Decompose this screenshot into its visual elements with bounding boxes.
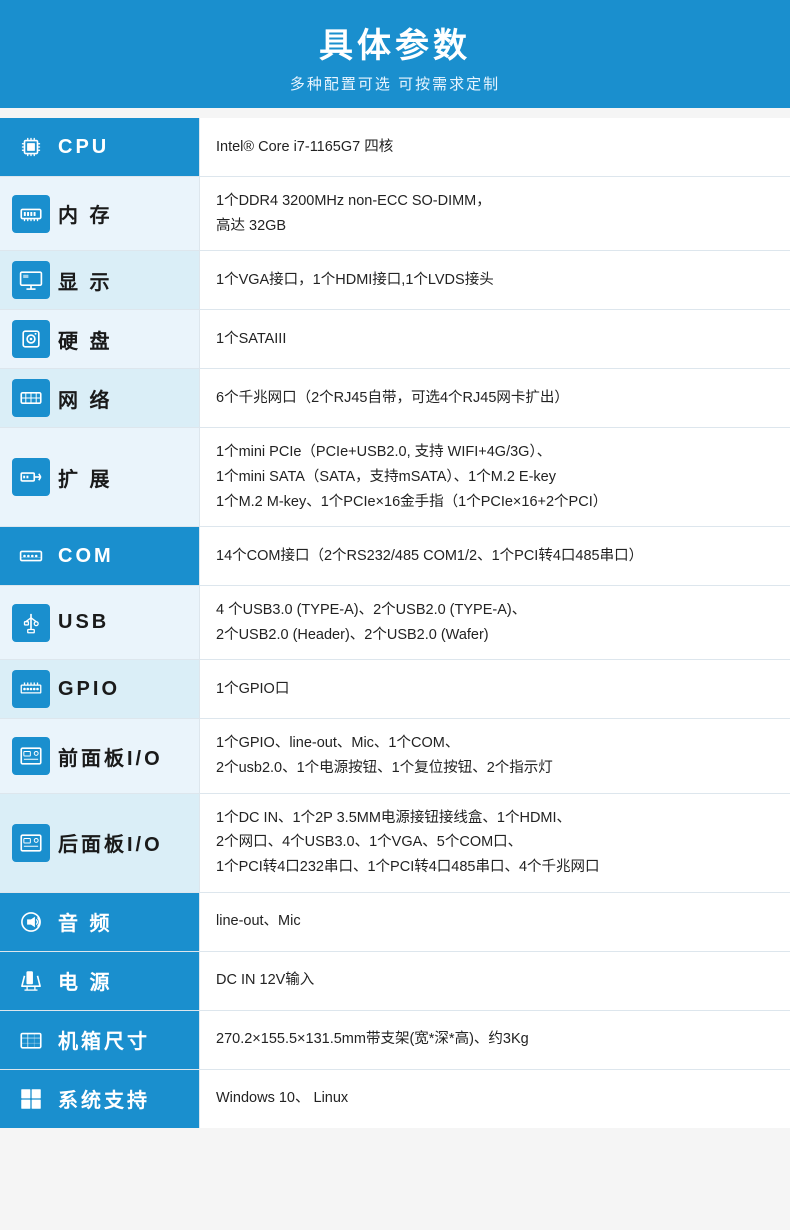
spec-value-expansion: 1个mini PCIe（PCIe+USB2.0, 支持 WIFI+4G/3G）、… [200,428,790,526]
spec-label-os: 系统支持 [0,1070,200,1128]
spec-value-rear-panel: 1个DC IN、1个2P 3.5MM电源接钮接线盒、1个HDMI、 2个网口、4… [200,794,790,892]
expansion-icon [12,458,50,496]
spec-label-audio: 音 频 [0,893,200,951]
spec-row-os: 系统支持 Windows 10、 Linux [0,1070,790,1128]
spec-value-chassis: 270.2×155.5×131.5mm带支架(宽*深*高)、约3Kg [200,1011,790,1069]
usb-icon [12,604,50,642]
spec-value-cpu: Intel® Core i7-1165G7 四核 [200,118,790,176]
spec-value-display: 1个VGA接口，1个HDMI接口,1个LVDS接头 [200,251,790,309]
audio-icon [12,903,50,941]
spec-value-usb: 4 个USB3.0 (TYPE-A)、2个USB2.0 (TYPE-A)、 2个… [200,586,790,659]
spec-value-com: 14个COM接口（2个RS232/485 COM1/2、1个PCI转4口485串… [200,527,790,585]
memory-icon [12,195,50,233]
spec-name-memory: 内 存 [58,199,113,228]
com-icon [12,537,50,575]
chassis-icon [12,1021,50,1059]
spec-name-rear-panel: 后面板I/O [58,828,163,857]
gpio-icon [12,670,50,708]
spec-value-audio: line-out、Mic [200,893,790,951]
spec-row-chassis: 机箱尺寸 270.2×155.5×131.5mm带支架(宽*深*高)、约3Kg [0,1011,790,1070]
spec-label-power: 电 源 [0,952,200,1010]
spec-label-display: 显 示 [0,251,200,309]
power-icon [12,962,50,1000]
spec-label-com: COM [0,527,200,585]
spec-row-com: COM 14个COM接口（2个RS232/485 COM1/2、1个PCI转4口… [0,527,790,586]
spec-name-audio: 音 频 [58,907,113,936]
spec-row-storage: 硬 盘 1个SATAIII [0,310,790,369]
spec-row-display: 显 示 1个VGA接口，1个HDMI接口,1个LVDS接头 [0,251,790,310]
spec-row-network: 网 络 6个千兆网口（2个RJ45自带，可选4个RJ45网卡扩出） [0,369,790,428]
spec-name-storage: 硬 盘 [58,325,113,354]
rear-panel-icon [12,824,50,862]
spec-value-power: DC IN 12V输入 [200,952,790,1010]
spec-name-usb: USB [58,611,109,634]
front-panel-icon [12,737,50,775]
spec-value-front-panel: 1个GPIO、line-out、Mic、1个COM、 2个usb2.0、1个电源… [200,719,790,792]
spec-row-cpu: CPU Intel® Core i7-1165G7 四核 [0,118,790,177]
spec-name-front-panel: 前面板I/O [58,742,163,771]
cpu-icon [12,128,50,166]
spec-name-expansion: 扩 展 [58,463,113,492]
spec-row-audio: 音 频 line-out、Mic [0,893,790,952]
spec-label-cpu: CPU [0,118,200,176]
spec-table: CPU Intel® Core i7-1165G7 四核 内 存 1个DDR4 … [0,118,790,1128]
storage-icon [12,320,50,358]
spec-value-gpio: 1个GPIO口 [200,660,790,718]
spec-value-memory: 1个DDR4 3200MHz non-ECC SO-DIMM， 高达 32GB [200,177,790,250]
page-title: 具体参数 [0,18,790,67]
spec-name-power: 电 源 [58,966,113,995]
spec-name-gpio: GPIO [58,678,120,701]
spec-label-front-panel: 前面板I/O [0,719,200,792]
spec-row-rear-panel: 后面板I/O 1个DC IN、1个2P 3.5MM电源接钮接线盒、1个HDMI、… [0,794,790,893]
spec-label-usb: USB [0,586,200,659]
spec-label-network: 网 络 [0,369,200,427]
spec-label-gpio: GPIO [0,660,200,718]
spec-name-chassis: 机箱尺寸 [58,1025,150,1054]
spec-name-os: 系统支持 [58,1084,150,1113]
spec-value-network: 6个千兆网口（2个RJ45自带，可选4个RJ45网卡扩出） [200,369,790,427]
os-icon [12,1080,50,1118]
network-icon [12,379,50,417]
spec-label-rear-panel: 后面板I/O [0,794,200,892]
page-header: 具体参数 多种配置可选 可按需求定制 [0,0,790,108]
spec-label-memory: 内 存 [0,177,200,250]
spec-row-front-panel: 前面板I/O 1个GPIO、line-out、Mic、1个COM、 2个usb2… [0,719,790,793]
spec-name-network: 网 络 [58,384,113,413]
spec-value-storage: 1个SATAIII [200,310,790,368]
spec-row-usb: USB 4 个USB3.0 (TYPE-A)、2个USB2.0 (TYPE-A)… [0,586,790,660]
spec-value-os: Windows 10、 Linux [200,1070,790,1128]
spec-row-gpio: GPIO 1个GPIO口 [0,660,790,719]
spec-label-storage: 硬 盘 [0,310,200,368]
spec-name-display: 显 示 [58,266,113,295]
display-icon [12,261,50,299]
spec-row-expansion: 扩 展 1个mini PCIe（PCIe+USB2.0, 支持 WIFI+4G/… [0,428,790,527]
spec-name-com: COM [58,545,114,568]
spec-row-memory: 内 存 1个DDR4 3200MHz non-ECC SO-DIMM， 高达 3… [0,177,790,251]
spec-label-chassis: 机箱尺寸 [0,1011,200,1069]
spec-row-power: 电 源 DC IN 12V输入 [0,952,790,1011]
spec-label-expansion: 扩 展 [0,428,200,526]
spec-name-cpu: CPU [58,136,109,159]
page-subtitle: 多种配置可选 可按需求定制 [0,73,790,94]
